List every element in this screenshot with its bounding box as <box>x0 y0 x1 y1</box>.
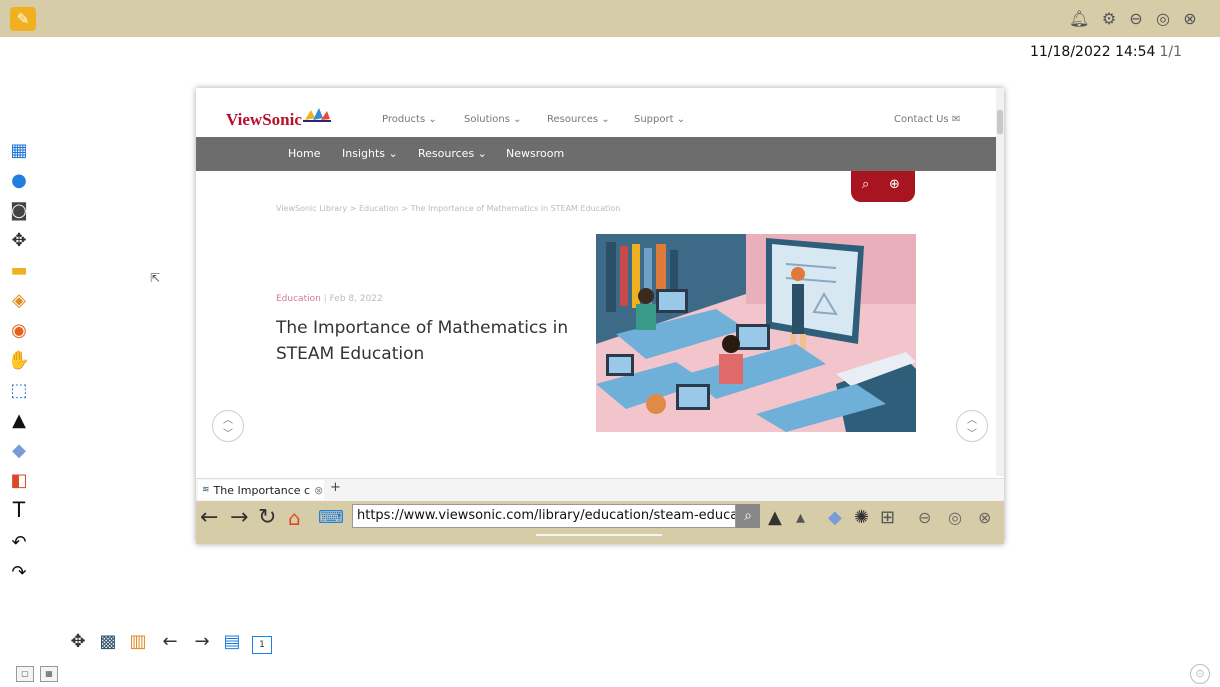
next-page-icon[interactable]: → <box>190 630 214 654</box>
tab-title: The Importance c <box>213 483 311 497</box>
window-restore-icon[interactable]: ◎ <box>948 506 962 530</box>
pen-icon[interactable]: ✎ <box>10 7 36 31</box>
forward-icon[interactable]: → <box>230 506 248 530</box>
text-icon[interactable]: T <box>6 497 32 522</box>
cursor-icon: ⇱ <box>150 271 161 285</box>
article-illustration <box>596 234 916 432</box>
nav-support[interactable]: Support ⌄ <box>634 114 685 125</box>
bell-icon[interactable]: 🔔︎ <box>1069 9 1089 29</box>
folder-icon[interactable]: ▬ <box>6 258 32 282</box>
close-icon[interactable]: ⊗ <box>1180 9 1200 29</box>
camera-shutter-icon[interactable]: ✺ <box>854 506 869 530</box>
scroll-up-down-button-left[interactable]: ︿ ﹀ <box>212 410 244 442</box>
nav-insights[interactable]: Insights ⌄ <box>342 147 398 160</box>
window-close-icon[interactable]: ⊗ <box>978 506 991 530</box>
pen-icon-toolbar[interactable]: ▲ <box>768 506 782 530</box>
article-category[interactable]: Education <box>276 294 321 304</box>
browser-tab[interactable]: ≋ The Importance c ⊗ <box>198 480 324 500</box>
browser-window: ViewSonic Products ⌄ Solutions ⌄ Resourc… <box>196 88 1004 544</box>
group-icon[interactable]: ● <box>6 168 32 192</box>
globe-icon[interactable]: ⊕ <box>889 177 900 192</box>
browser-icon[interactable]: ◉ <box>6 318 32 342</box>
top-bar <box>0 0 1220 37</box>
contact-us-link[interactable]: Contact Us ✉ <box>894 114 960 125</box>
nav-newsroom[interactable]: Newsroom <box>506 147 564 160</box>
select-icon[interactable]: ⬚ <box>6 378 32 402</box>
redo-icon[interactable]: ↷ <box>6 560 32 584</box>
move-icon-bottom[interactable]: ✥ <box>66 630 90 654</box>
breadcrumb[interactable]: ViewSonic Library > Education > The Impo… <box>276 204 620 213</box>
nav-home[interactable]: Home <box>288 147 320 160</box>
page-panel-icon[interactable]: ▥ <box>126 630 150 654</box>
user-icon-small[interactable]: ▢ <box>16 666 34 682</box>
box-icon[interactable]: ◈ <box>6 288 32 312</box>
mail-icon: ✉ <box>951 114 961 125</box>
page-thumbnail[interactable]: 1 <box>250 630 274 654</box>
back-icon[interactable]: ← <box>200 506 218 530</box>
toolbar-handle[interactable] <box>536 534 662 536</box>
search-pill: ⌕ ⊕ <box>851 171 915 202</box>
scrollbar-thumb[interactable] <box>997 110 1003 134</box>
highlighter-icon[interactable]: ▴ <box>796 506 805 530</box>
url-field[interactable]: https://www.viewsonic.com/library/educat… <box>352 504 736 528</box>
move-icon[interactable]: ✥ <box>6 228 32 252</box>
new-tab-button[interactable]: + <box>330 480 341 495</box>
account-icon[interactable]: ⊙ <box>1190 664 1210 684</box>
eraser-icon[interactable]: ◆ <box>6 438 32 462</box>
minimize-icon[interactable]: ⊖ <box>1126 9 1146 29</box>
article-meta: Education | Feb 8, 2022 <box>276 294 383 304</box>
tab-close-icon[interactable]: ⊗ <box>314 484 323 497</box>
logo-birds-icon <box>303 108 331 122</box>
tab-favicon-icon: ≋ <box>202 485 210 495</box>
hand-icon[interactable]: ✋ <box>6 348 32 372</box>
undo-icon[interactable]: ↶ <box>6 530 32 554</box>
nav-resources-2[interactable]: Resources ⌄ <box>418 147 487 160</box>
nav-products[interactable]: Products ⌄ <box>382 114 437 125</box>
scroll-up-down-button-right[interactable]: ︿ ﹀ <box>956 410 988 442</box>
datetime-display: 11/18/2022 14:54 1/1 <box>1030 44 1182 60</box>
refresh-icon[interactable]: ↻ <box>258 506 276 530</box>
pen-tool-icon[interactable]: ▲ <box>6 408 32 432</box>
url-search-icon[interactable]: ⌕ <box>736 504 760 528</box>
datetime-text: 11/18/2022 14:54 <box>1029 44 1156 60</box>
site-logo[interactable]: ViewSonic <box>226 110 302 130</box>
home-icon[interactable]: ⌂ <box>288 506 301 530</box>
eraser-icon-toolbar[interactable]: ◆ <box>828 506 842 530</box>
nav-solutions[interactable]: Solutions ⌄ <box>464 114 522 125</box>
chart-icon-small[interactable]: ▦ <box>40 666 58 682</box>
page-indicator: 1/1 <box>1159 44 1182 60</box>
restore-icon[interactable]: ◎ <box>1153 9 1173 29</box>
window-minimize-icon[interactable]: ⊖ <box>918 506 931 530</box>
shapes-icon[interactable]: ◧ <box>6 468 32 492</box>
prev-page-icon[interactable]: ← <box>158 630 182 654</box>
screenshot-icon[interactable]: ◙ <box>6 198 32 222</box>
article-date: Feb 8, 2022 <box>329 294 383 304</box>
background-icon[interactable]: ▩ <box>96 630 120 654</box>
settings-icon[interactable]: ⚙ <box>1099 9 1119 29</box>
nav-resources[interactable]: Resources ⌄ <box>547 114 610 125</box>
keyboard-icon[interactable]: ⌨ <box>318 506 344 530</box>
article-title: The Importance of Mathematics in STEAM E… <box>276 318 569 364</box>
search-icon[interactable]: ⌕ <box>862 177 869 192</box>
vertical-scrollbar[interactable] <box>996 88 1004 476</box>
grid-add-icon[interactable]: ⊞ <box>880 506 895 530</box>
add-page-icon[interactable]: ▤ <box>220 630 244 654</box>
windows-icon[interactable]: ▦ <box>6 138 32 162</box>
